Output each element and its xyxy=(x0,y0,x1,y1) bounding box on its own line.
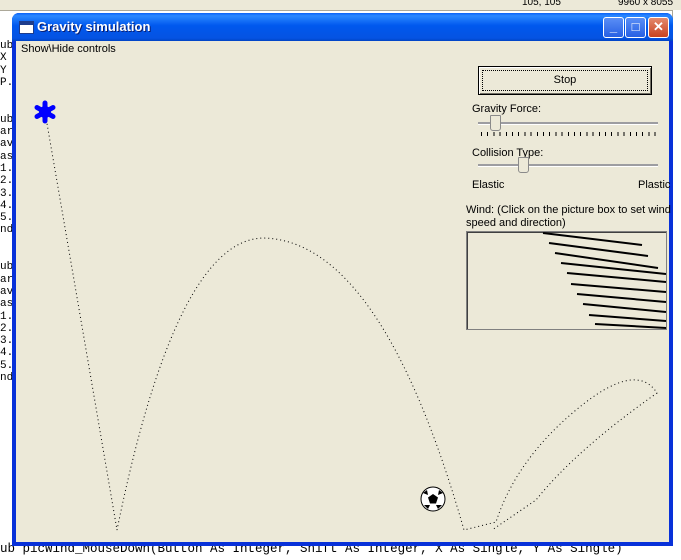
collision-slider-track xyxy=(478,164,658,167)
maximize-button[interactable]: □ xyxy=(625,17,646,38)
minimize-icon: _ xyxy=(609,19,618,34)
wind-label: Wind: (Click on the picture box to set w… xyxy=(466,204,671,229)
asterisk-icon xyxy=(34,100,56,124)
wind-arrows xyxy=(542,232,667,329)
maximize-icon: □ xyxy=(631,19,640,34)
gravity-force-label: Gravity Force: xyxy=(472,103,542,115)
minimize-button[interactable]: _ xyxy=(603,17,624,38)
stop-button[interactable]: Stop xyxy=(478,66,652,95)
app-icon xyxy=(19,21,34,34)
menu-show-hide-controls[interactable]: Show\Hide controls xyxy=(21,43,116,55)
ide-coords: 105, 105 xyxy=(522,0,561,8)
elastic-label: Elastic xyxy=(472,179,505,191)
collision-slider-thumb[interactable] xyxy=(518,157,529,173)
gravity-slider-ticks xyxy=(481,132,657,136)
title-bar[interactable]: Gravity simulation _ □ ✕ xyxy=(12,13,673,41)
stop-button-label: Stop xyxy=(553,74,577,86)
ide-size: 9960 x 8055 xyxy=(618,0,674,8)
collision-type-label: Collision Type: xyxy=(472,147,544,159)
soccer-ball-icon xyxy=(420,486,446,512)
close-button[interactable]: ✕ xyxy=(648,17,669,38)
plastic-label: Plastic xyxy=(638,179,671,191)
client-area: Show\Hide controls Stop Gravity Force: C… xyxy=(16,41,671,542)
gravity-slider-thumb[interactable] xyxy=(490,115,501,131)
controls-panel: Stop Gravity Force: Collision Type: Elas… xyxy=(464,66,671,356)
window-title: Gravity simulation xyxy=(37,19,151,34)
ide-toolbar: 105, 105 9960 x 8055 xyxy=(0,0,681,11)
menu-bar: Show\Hide controls xyxy=(16,41,669,59)
gravity-window: Gravity simulation _ □ ✕ Show\Hide contr… xyxy=(12,13,673,546)
ide-right-strip xyxy=(672,10,681,540)
close-icon: ✕ xyxy=(653,19,664,34)
wind-picture-box[interactable] xyxy=(466,231,667,330)
gravity-slider-track xyxy=(478,122,658,125)
simulation-canvas[interactable]: Stop Gravity Force: Collision Type: Elas… xyxy=(16,60,671,542)
